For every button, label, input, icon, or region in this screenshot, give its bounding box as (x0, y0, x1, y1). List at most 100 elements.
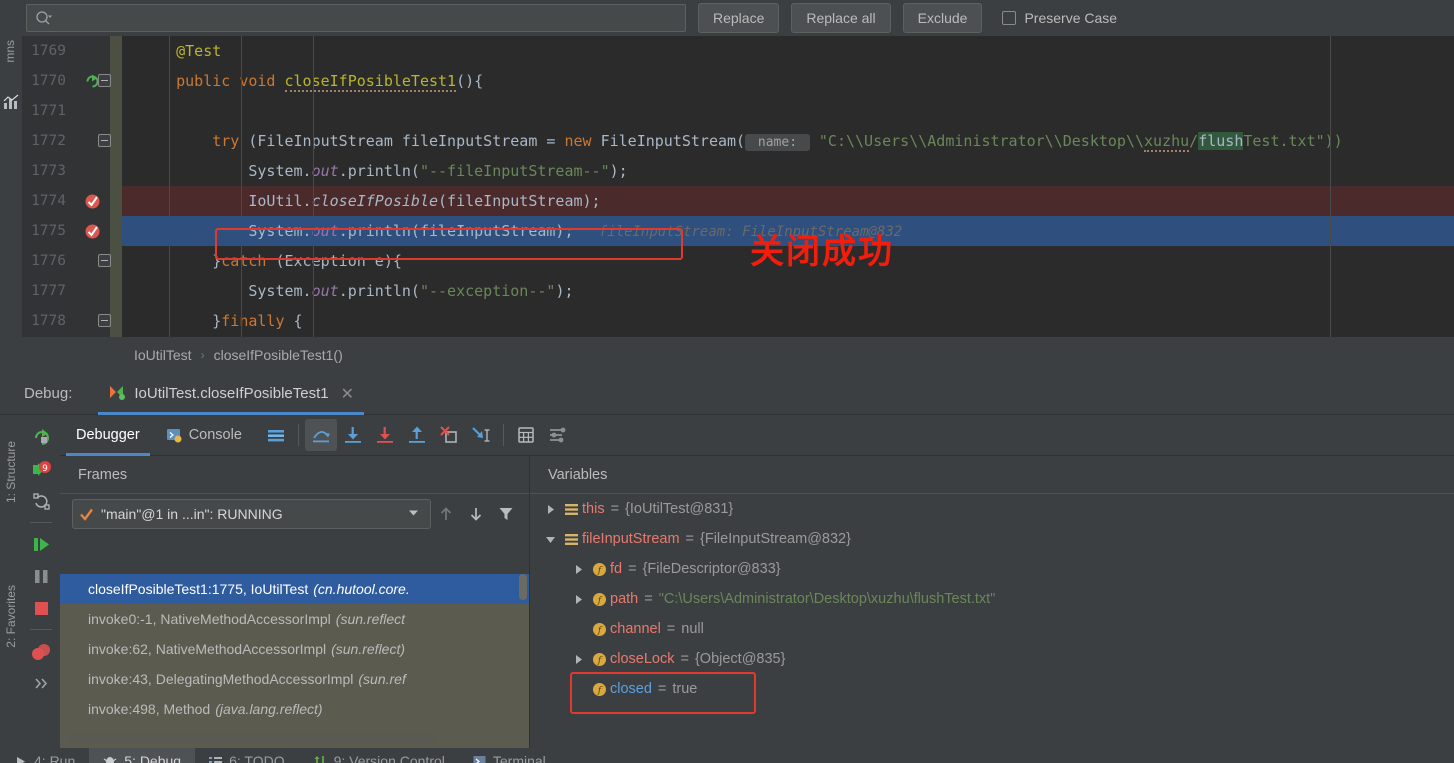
variable-row[interactable]: f channel = null (530, 614, 1454, 644)
close-icon[interactable]: ✕ (341, 384, 354, 404)
field-icon: f (588, 652, 610, 667)
fold-collapse-icon[interactable] (98, 314, 111, 327)
stop-icon[interactable] (26, 592, 56, 624)
force-step-into-icon[interactable] (369, 419, 401, 451)
frame-row[interactable]: invoke:43, DelegatingMethodAccessorImpl … (60, 664, 529, 694)
replace-button[interactable]: Replace (698, 3, 780, 33)
code-token: (Exception e){ (266, 252, 402, 270)
code-line[interactable]: }catch (Exception e){ (98, 246, 1454, 276)
breakpoint-verified-icon[interactable] (84, 216, 104, 246)
search-field-wrapper[interactable] (26, 4, 686, 32)
code-token: catch (221, 252, 267, 270)
filter-icon[interactable] (491, 499, 521, 529)
step-out-icon[interactable] (401, 419, 433, 451)
chevron-down-icon[interactable] (407, 506, 420, 522)
tab-debugger[interactable]: Debugger (66, 415, 150, 456)
fold-collapse-icon[interactable] (98, 254, 111, 267)
breadcrumb-class[interactable]: IoUtilTest (134, 347, 192, 363)
chart-icon[interactable] (3, 94, 19, 113)
frames-vertical-scrollbar[interactable] (519, 574, 527, 600)
frames-horizontal-scrollbar[interactable] (68, 734, 438, 743)
variable-row[interactable]: f closeLock = {Object@835} (530, 644, 1454, 674)
fold-collapse-icon[interactable] (98, 74, 111, 87)
code-token: .println( (338, 282, 420, 300)
stripe-label-structure[interactable]: 1: Structure (4, 441, 18, 503)
arrow-up-icon[interactable] (431, 499, 461, 529)
debug-session-tab[interactable]: IoUtilTest.closeIfPosibleTest1 ✕ (98, 373, 364, 415)
view-breakpoints-icon[interactable] (26, 635, 56, 667)
debug-actions-column[interactable]: 9 (22, 415, 60, 748)
thread-selector-row: "main"@1 in ...in": RUNNING (60, 494, 529, 534)
step-into-icon[interactable] (337, 419, 369, 451)
thread-combobox[interactable]: "main"@1 in ...in": RUNNING (72, 499, 431, 529)
preserve-case-checkbox-box[interactable] (1002, 11, 1017, 25)
arrow-down-icon[interactable] (461, 499, 491, 529)
fold-collapse-icon[interactable] (98, 134, 111, 147)
code-token: out (311, 162, 339, 180)
divider (30, 629, 52, 630)
code-editor[interactable]: mns 1769 1770 1771 1772 1773 1774 1775 1776 1777… (0, 36, 1454, 337)
variable-row[interactable]: fileInputStream = {FileInputStream@832} (530, 524, 1454, 554)
stripe-label-bookmarks[interactable]: mns (3, 40, 17, 63)
code-line[interactable] (122, 96, 1454, 126)
statusbar-item-debug[interactable]: 5: Debug (89, 748, 196, 763)
frames-list[interactable]: closeIfPosibleTest1:1775, IoUtilTest (cn… (60, 574, 529, 726)
stripe-label-favorites[interactable]: 2: Favorites (4, 585, 18, 648)
variable-row[interactable]: f fd = {FileDescriptor@833} (530, 554, 1454, 584)
breakpoint-verified-icon[interactable] (84, 186, 104, 216)
chevron-right-icon[interactable] (568, 563, 588, 576)
chevron-right-icon[interactable] (540, 503, 560, 516)
variables-panel: Variables this = {IoUtilTest@831} fileInput… (530, 456, 1454, 748)
debug-toolwindow-body: 1: Structure 2: Favorites 9 Debugger Con… (0, 415, 1454, 748)
code-line[interactable]: try (FileInputStream fileInputStream = n… (98, 126, 1454, 156)
tab-console[interactable]: Console (156, 415, 252, 456)
variable-row[interactable]: f closed = true (530, 674, 1454, 704)
code-line[interactable]: System.out.println("--exception--"); (122, 276, 1454, 306)
settings-icon[interactable] (542, 419, 574, 451)
chevron-right-icon[interactable] (568, 653, 588, 666)
frame-row[interactable]: closeIfPosibleTest1:1775, IoUtilTest (cn… (60, 574, 529, 604)
statusbar-item-todo[interactable]: 6: TODO (195, 748, 299, 763)
code-text-area[interactable]: @Test public void closeIfPosibleTest1(){… (98, 36, 1454, 337)
search-input[interactable] (52, 10, 685, 26)
code-line[interactable]: System.out.println("--fileInputStream--"… (122, 156, 1454, 186)
preserve-case-checkbox[interactable]: Preserve Case (1002, 10, 1117, 26)
pause-icon[interactable] (26, 560, 56, 592)
code-token: void (239, 72, 276, 90)
code-line[interactable]: @Test (122, 36, 1454, 66)
variables-list[interactable]: this = {IoUtilTest@831} fileInputStream = {Fi… (530, 494, 1454, 748)
statusbar-item-terminal[interactable]: Terminal (459, 748, 560, 763)
mute-breakpoints-icon[interactable]: 9 (26, 453, 56, 485)
statusbar-item-versioncontrol[interactable]: 9: Version Control (299, 748, 459, 763)
drop-frame-icon[interactable] (433, 419, 465, 451)
editor-gutter[interactable]: 1769 1770 1771 1772 1773 1774 1775 1776 1777 1778 (22, 36, 110, 337)
more-icon[interactable] (26, 667, 56, 699)
rerun-icon[interactable] (26, 421, 56, 453)
chevron-down-icon[interactable] (540, 533, 560, 546)
variable-name: path (610, 591, 639, 607)
statusbar-item-run[interactable]: 4: Run (0, 748, 89, 763)
frame-row[interactable]: invoke0:-1, NativeMethodAccessorImpl (su… (60, 604, 529, 634)
variable-row[interactable]: f path = "C:\Users\Administrator\Desktop\xu… (530, 584, 1454, 614)
breadcrumb[interactable]: IoUtilTest › closeIfPosibleTest1() (0, 337, 1454, 373)
restore-layout-icon[interactable] (26, 485, 56, 517)
variable-row[interactable]: this = {IoUtilTest@831} (530, 494, 1454, 524)
replace-all-button[interactable]: Replace all (791, 3, 891, 33)
breadcrumb-method[interactable]: closeIfPosibleTest1() (214, 347, 343, 363)
resume-icon[interactable] (26, 528, 56, 560)
code-line[interactable]: System.out.println(fileInputStream); fil… (122, 216, 1454, 246)
code-line[interactable]: public void closeIfPosibleTest1(){ (98, 66, 1454, 96)
frame-row[interactable]: invoke:498, Method (java.lang.reflect) (60, 694, 529, 724)
step-over-icon[interactable] (304, 419, 337, 451)
debug-icon (103, 755, 117, 763)
code-line[interactable]: }finally { (98, 306, 1454, 336)
frame-row-package: (sun.ref (358, 671, 406, 687)
run-to-cursor-icon[interactable] (465, 419, 497, 451)
code-line[interactable]: IoUtil.closeIfPosible(fileInputStream); (122, 186, 1454, 216)
frame-row[interactable]: invoke:62, NativeMethodAccessorImpl (sun… (60, 634, 529, 664)
layout-icon[interactable] (260, 419, 292, 451)
chevron-right-icon[interactable] (568, 593, 588, 606)
evaluate-icon[interactable] (510, 419, 542, 451)
exclude-button[interactable]: Exclude (902, 3, 983, 33)
frame-row[interactable]: runReflectiveCall:59, FrameworkMethod$1 … (60, 724, 529, 726)
